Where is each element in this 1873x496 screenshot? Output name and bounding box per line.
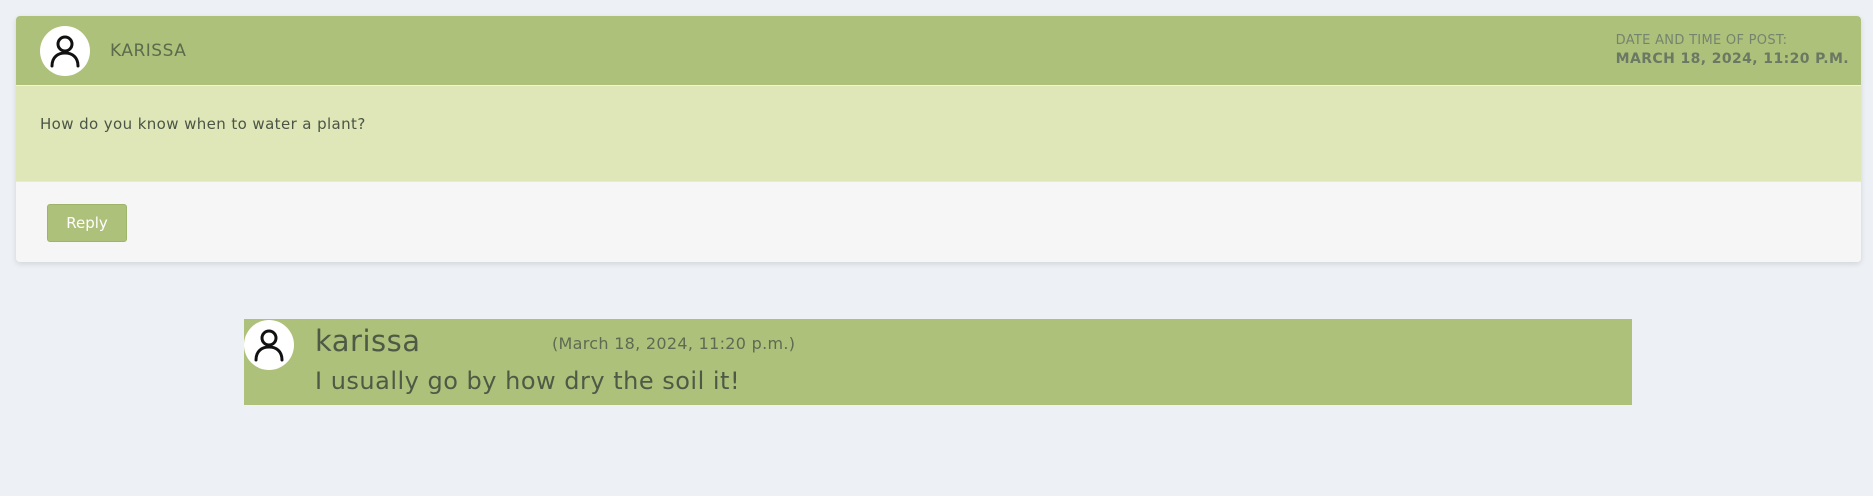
- reply-author: karissa: [315, 324, 421, 358]
- reply-avatar: [244, 320, 294, 370]
- user-icon: [254, 329, 284, 362]
- post-card: KARISSA DATE AND TIME OF POST: MARCH 18,…: [16, 16, 1861, 262]
- post-avatar: [40, 26, 90, 76]
- reply-card: karissa (March 18, 2024, 11:20 p.m.) I u…: [244, 319, 1632, 405]
- post-header: KARISSA DATE AND TIME OF POST: MARCH 18,…: [16, 16, 1861, 85]
- post-username: KARISSA: [110, 41, 187, 61]
- post-footer: Reply: [16, 181, 1861, 262]
- post-date-label: DATE AND TIME OF POST:: [1615, 33, 1788, 48]
- reply-text: I usually go by how dry the soil it!: [315, 367, 741, 395]
- post-content: How do you know when to water a plant?: [40, 115, 366, 133]
- post-date-value: MARCH 18, 2024, 11:20 P.M.: [1615, 51, 1849, 67]
- user-icon: [50, 35, 80, 68]
- reply-date: (March 18, 2024, 11:20 p.m.): [552, 334, 796, 353]
- reply-button[interactable]: Reply: [47, 204, 127, 242]
- post-date-block: DATE AND TIME OF POST: MARCH 18, 2024, 1…: [1616, 33, 1849, 67]
- post-body: How do you know when to water a plant?: [16, 85, 1861, 182]
